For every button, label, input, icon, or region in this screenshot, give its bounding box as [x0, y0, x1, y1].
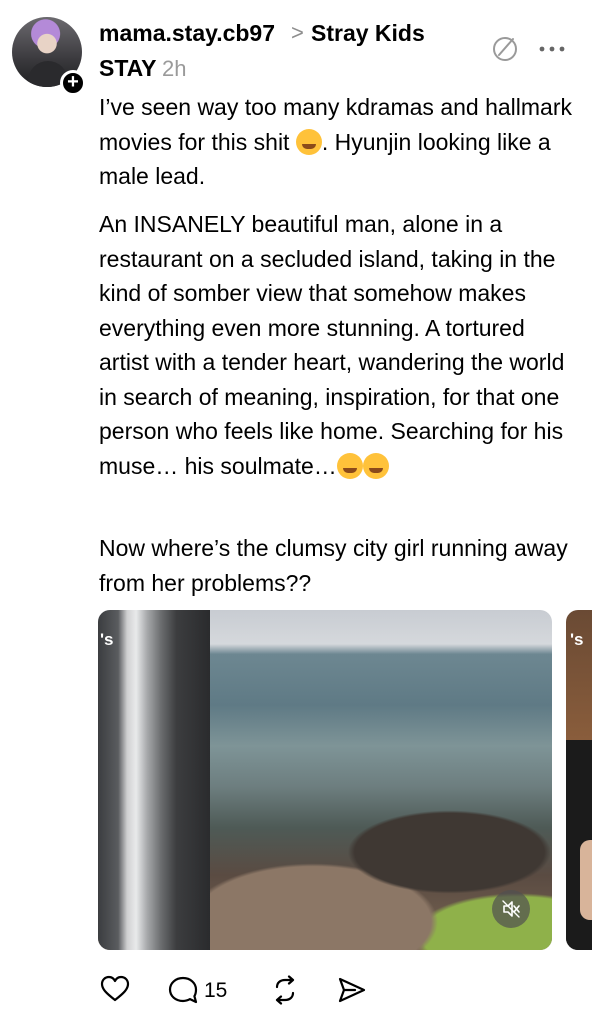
post-paragraph-2-text: An INSANELY beautiful man, alone in a re…: [99, 211, 565, 479]
share-icon[interactable]: [337, 975, 367, 1005]
video-thumbnail[interactable]: 's: [98, 610, 552, 950]
muted-speaker-icon: [502, 900, 520, 918]
post-paragraph-1: I’ve seen way too many kdramas and hallm…: [99, 90, 579, 194]
follow-plus-icon[interactable]: +: [60, 70, 86, 96]
community-tag[interactable]: STAY: [99, 55, 157, 82]
post-paragraph-3: Now where’s the clumsy city girl running…: [99, 535, 568, 596]
media-caption: 's: [100, 630, 114, 649]
pleading-face-emoji-icon: [362, 452, 389, 479]
tired-face-emoji-icon: [336, 452, 363, 479]
shore-rocks: [210, 810, 552, 950]
mute-button[interactable]: [492, 890, 530, 928]
reply-icon[interactable]: [167, 975, 199, 1005]
second-media-caption: 's: [570, 630, 584, 649]
heart-icon[interactable]: [100, 975, 130, 1003]
post-paragraph-2: An INSANELY beautiful man, alone in a re…: [99, 207, 579, 483]
chevron-right-icon: >: [291, 20, 304, 45]
post-timestamp: 2h: [162, 56, 187, 81]
second-video-skin: [580, 840, 592, 920]
edit-icon[interactable]: [491, 35, 519, 63]
reply-count: 15: [204, 979, 228, 1002]
window-frame: [98, 610, 210, 950]
community-name[interactable]: Stray Kids: [311, 20, 425, 47]
second-video-thumbnail[interactable]: 's: [566, 610, 592, 950]
more-icon[interactable]: [538, 44, 566, 54]
author-username[interactable]: mama.stay.cb97: [99, 20, 275, 47]
rofl-emoji-icon: [295, 128, 322, 155]
repost-icon[interactable]: [270, 975, 300, 1005]
